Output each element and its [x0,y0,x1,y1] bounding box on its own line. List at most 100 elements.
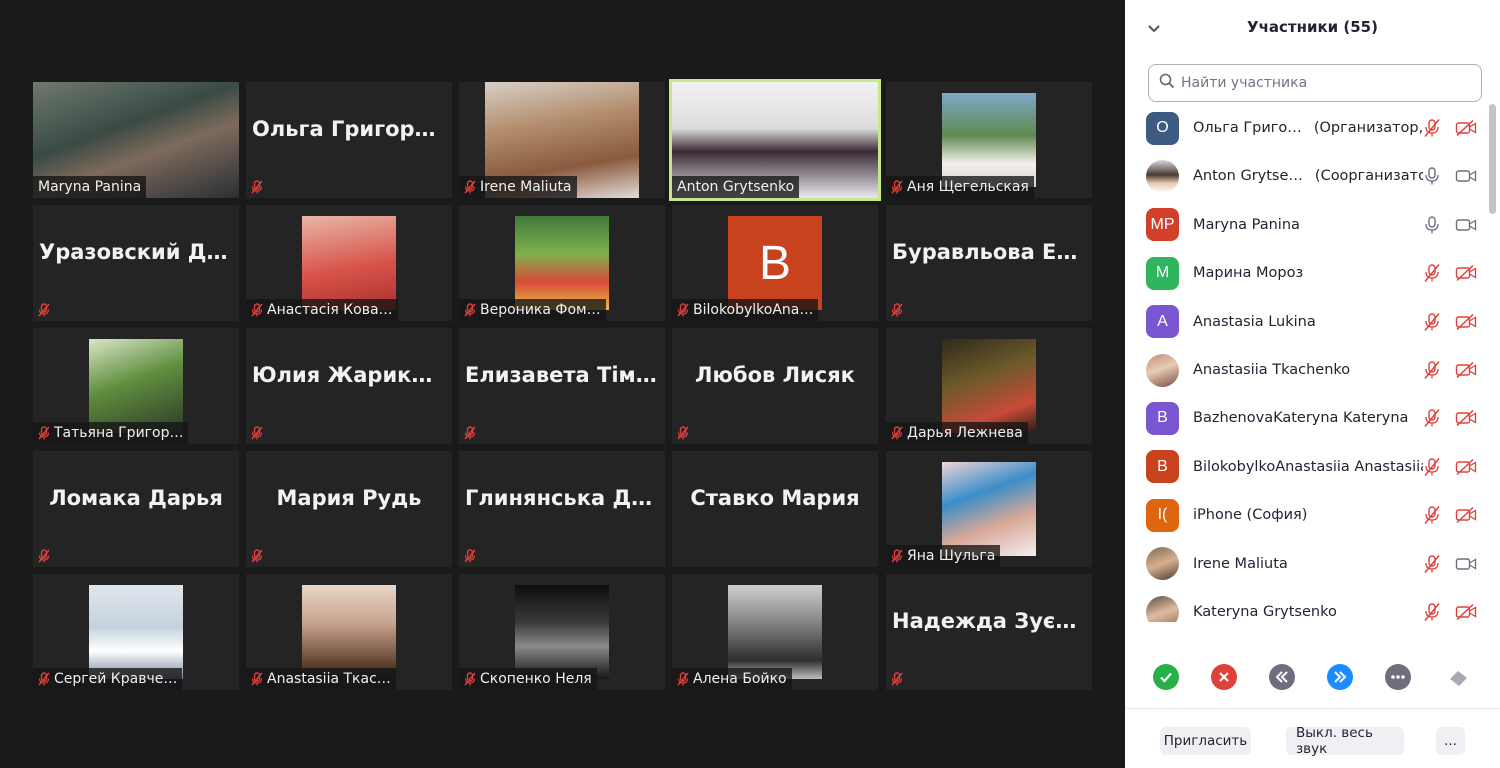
participant-row[interactable]: О Ольга Григо… (Организатор, я) [1125,104,1487,152]
participant-name: Анастасія Кова… [267,302,393,318]
search-field[interactable] [1148,64,1482,102]
avatar [1146,353,1179,387]
video-tile[interactable]: Надежда Зуєнко [886,574,1092,690]
video-tile[interactable]: Татьяна Григор… [33,328,239,444]
search-icon [1159,73,1175,93]
mute-all-button[interactable]: Выкл. весь звук [1286,725,1404,757]
video-tile[interactable]: B BilokobylkoAna… [672,205,878,321]
tile-display-name: Ставко Мария [672,451,878,545]
more-options-button[interactable]: ... [1436,727,1465,755]
more-icon[interactable] [1385,664,1411,690]
video-tile[interactable]: Скопенко Неля [459,574,665,690]
participant-name-text: BilokobylkoAnastasiia Anastasiia [1193,458,1423,475]
profile-photo [515,585,609,679]
video-tile[interactable]: Анастасія Кова… [246,205,452,321]
tile-name-label [246,422,268,444]
participant-name: Алена Бойко [693,671,787,687]
participant-name-text: BazhenovaKateryna Kateryna [1193,410,1409,427]
video-tile[interactable]: Аня Щегельская [886,82,1092,198]
tile-name-label [886,299,908,321]
video-tile[interactable]: Алена Бойко [672,574,878,690]
mic-muted-icon[interactable] [1423,360,1441,380]
tile-name-label: Анастасія Кова… [246,299,398,321]
participant-name: Irene Maliuta [1193,556,1423,572]
mic-muted-icon[interactable] [1423,505,1441,525]
mic-muted-icon[interactable] [1423,263,1441,283]
participant-row[interactable]: Kateryna Grytsenko [1125,588,1487,622]
slower-icon[interactable] [1269,664,1295,690]
video-off-icon [1455,409,1477,427]
profile-photo [89,585,183,679]
muted-mic-icon [38,549,50,563]
active-speaker-tile[interactable]: Anton Grytsenko [669,79,881,201]
participant-row[interactable]: M Марина Мороз [1125,249,1487,297]
video-tile[interactable]: Мария Рудь [246,451,452,567]
participant-row[interactable]: I(iPhone (София) [1125,491,1487,539]
video-tile[interactable]: Дарья Лежнева [886,328,1092,444]
muted-mic-icon [251,426,263,440]
video-tile[interactable]: Ломака Дарья [33,451,239,567]
yes-icon[interactable] [1153,664,1179,690]
mic-muted-icon[interactable] [1423,602,1441,622]
participant-name: Сергей Кравче… [54,671,178,687]
tile-display-name: Буравльова Ев… [886,205,1092,299]
muted-mic-icon [38,426,50,440]
faster-icon[interactable] [1327,664,1353,690]
video-off-icon [1455,313,1477,331]
video-tile[interactable]: Irene Maliuta [459,82,665,198]
mic-muted-icon[interactable] [1423,408,1441,428]
participant-row[interactable]: Anastasiia Tkachenko [1125,346,1487,394]
video-tile[interactable]: Яна Шульга [886,451,1092,567]
feedback-bar [1125,655,1500,699]
participant-name-text: Kateryna Grytsenko [1193,604,1337,620]
mic-muted-icon[interactable] [1423,312,1441,332]
video-tile[interactable]: Maryna Panina [33,82,239,198]
mic-icon[interactable] [1423,166,1441,186]
avatar: B [1146,450,1179,484]
tile-name-label [246,176,268,198]
participant-name-text: Anton Grytse… [1193,168,1303,185]
video-off-icon [1455,603,1477,621]
muted-mic-icon [464,303,476,317]
participant-row[interactable]: Anton Grytse… (Соорганизатор) [1125,152,1487,200]
tile-display-name: Юлия Жарикова [246,328,452,422]
mic-muted-icon[interactable] [1423,554,1441,574]
video-tile[interactable]: Буравльова Ев… [886,205,1092,321]
participant-name-text: Maryna Panina [1193,216,1300,233]
participant-row[interactable]: B BilokobylkoAnastasiia Anastasiia [1125,443,1487,491]
participant-row[interactable]: Irene Maliuta [1125,540,1487,588]
mic-muted-icon[interactable] [1423,118,1441,138]
participant-row[interactable]: A Anastasia Lukina [1125,298,1487,346]
participant-list-scrollbar[interactable] [1489,104,1496,214]
search-input[interactable] [1181,75,1471,91]
tile-name-label: Аня Щегельская [886,176,1034,198]
participant-name: Anton Grytse… (Соорганизатор) [1193,168,1423,184]
clear-icon[interactable] [1445,664,1471,690]
panel-header: Участники (55) [1125,0,1500,56]
participant-row[interactable]: B BazhenovaKateryna Kateryna [1125,394,1487,442]
participant-name: Irene Maliuta [480,179,572,195]
muted-mic-icon [251,303,263,317]
video-tile[interactable]: Ольга Григораш [246,82,452,198]
profile-photo [302,585,396,679]
video-tile[interactable]: Уразовский Да… [33,205,239,321]
participant-row[interactable]: MP Maryna Panina [1125,201,1487,249]
no-icon[interactable] [1211,664,1237,690]
participant-status-icons [1423,263,1477,283]
video-tile[interactable]: Вероника Фом… [459,205,665,321]
profile-photo [89,339,183,433]
video-off-icon [1455,458,1477,476]
video-tile[interactable]: Любов Лисяк [672,328,878,444]
mic-icon[interactable] [1423,215,1441,235]
video-tile[interactable]: Юлия Жарикова [246,328,452,444]
participant-name: iPhone (София) [1193,507,1423,523]
muted-mic-icon [464,672,476,686]
video-tile[interactable]: Сергей Кравче… [33,574,239,690]
video-tile[interactable]: Anastasiia Ткас… [246,574,452,690]
invite-button[interactable]: Пригласить [1160,727,1251,755]
video-tile[interactable]: Елизавета Тімо… [459,328,665,444]
video-tile[interactable]: Глинянська Да… [459,451,665,567]
mic-muted-icon[interactable] [1423,457,1441,477]
video-tile[interactable]: Ставко Мария [672,451,878,567]
muted-mic-icon [891,180,903,194]
